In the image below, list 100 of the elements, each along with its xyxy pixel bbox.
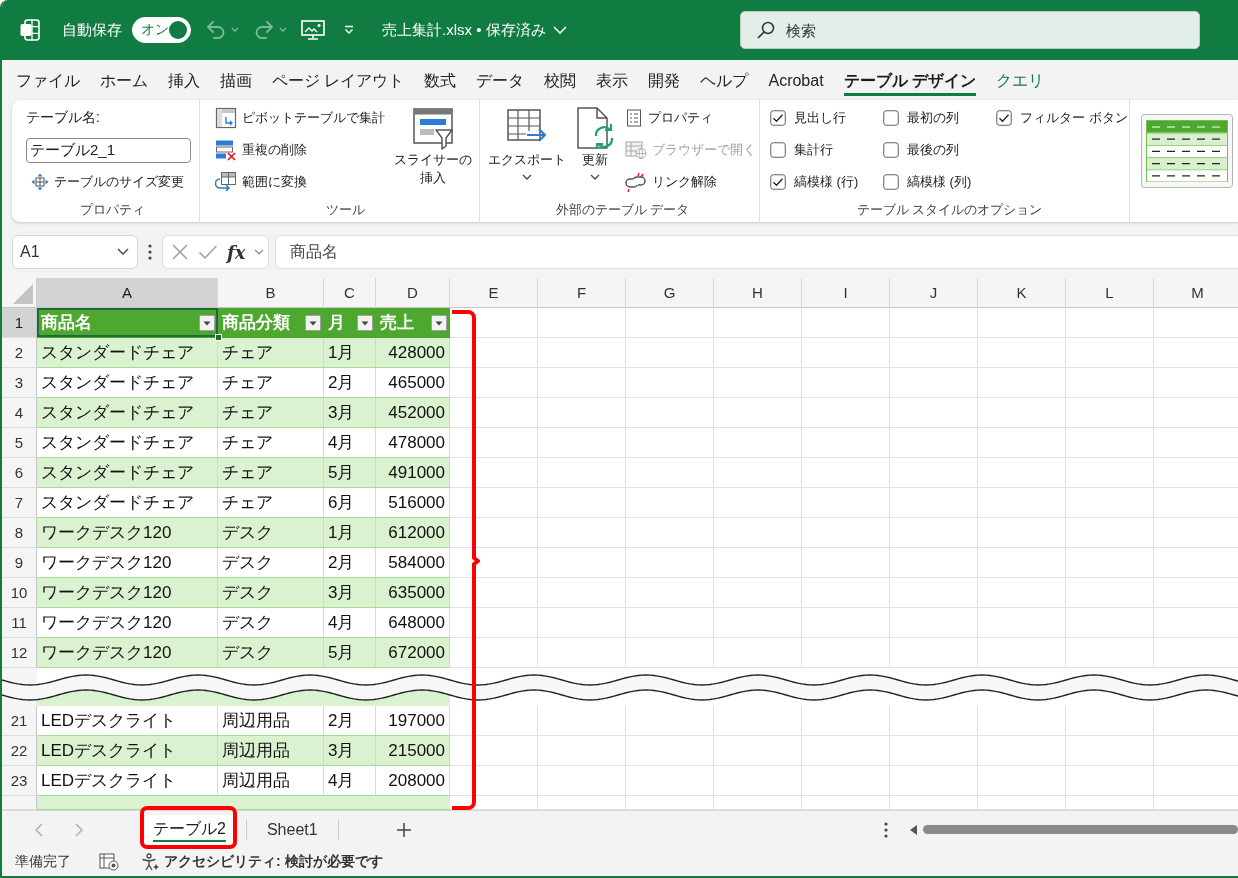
row-header[interactable]: 7 [2, 488, 37, 518]
column-header[interactable]: J [890, 278, 978, 308]
ribbon-tab[interactable]: 表示 [596, 64, 629, 96]
search-field[interactable]: 検索 [740, 11, 1200, 49]
row-header[interactable]: 21 [2, 706, 37, 736]
column-header[interactable]: L [1066, 278, 1154, 308]
table-cell: 周辺用品 [218, 706, 324, 735]
checkbox[interactable] [883, 174, 899, 190]
ribbon-tab[interactable]: 校閲 [544, 64, 577, 96]
column-header[interactable]: E [450, 278, 538, 308]
row-header[interactable]: 4 [2, 398, 37, 428]
checkbox[interactable] [883, 142, 899, 158]
formula-field[interactable]: 商品名 [275, 235, 1238, 269]
column-header[interactable]: F [538, 278, 626, 308]
column-header[interactable]: B [218, 278, 324, 308]
table-cell: 648000 [376, 608, 450, 637]
checkbox-label[interactable]: 最初の列 [907, 109, 959, 127]
table-style-preview[interactable] [1141, 114, 1233, 188]
filter-button[interactable] [305, 314, 321, 331]
ribbon-tab[interactable]: ファイル [16, 64, 80, 96]
row-header[interactable]: 8 [2, 518, 37, 548]
table-cell: 5月 [324, 638, 376, 667]
ribbon-large-button[interactable]: エクスポート [486, 102, 568, 198]
customize-dropdown-icon[interactable] [343, 25, 355, 35]
row-header[interactable]: 2 [2, 338, 37, 368]
chevron-down-icon[interactable] [117, 248, 129, 256]
ribbon-tab[interactable]: データ [476, 64, 525, 96]
ribbon-button[interactable]: ピボットテーブルで集計 [212, 105, 388, 131]
checkbox[interactable] [770, 142, 786, 158]
ribbon-button[interactable]: プロパティ [622, 105, 716, 131]
check-icon[interactable] [198, 244, 218, 260]
insert-function-button[interactable]: fx [227, 241, 246, 263]
sheet-record-icon[interactable] [99, 853, 119, 871]
ribbon-tab[interactable]: ページ レイアウト [272, 64, 405, 96]
ribbon-button[interactable]: テーブルのサイズ変更 [26, 169, 187, 195]
header-label: 商品分類 [222, 312, 290, 334]
checkbox[interactable] [770, 174, 786, 190]
ribbon-tab[interactable]: ヘルプ [700, 64, 749, 96]
table-name-field[interactable]: テーブル2_1 [26, 137, 191, 163]
checkbox-label[interactable]: 見出し行 [794, 109, 846, 127]
ribbon-button[interactable]: 重複の削除 [212, 137, 310, 163]
spreadsheet-logo-icon[interactable] [20, 19, 40, 41]
row-header[interactable]: 9 [2, 548, 37, 578]
checkbox-label[interactable]: 縞模様 (行) [794, 173, 859, 191]
table-cell: 6月 [324, 488, 376, 517]
filter-button[interactable] [357, 314, 373, 331]
autosave-toggle[interactable]: オン [132, 17, 191, 43]
row-header[interactable]: 22 [2, 736, 37, 766]
table-convert-icon [215, 171, 237, 193]
more-icon[interactable] [884, 821, 888, 838]
ribbon-button[interactable]: リンク解除 [622, 169, 720, 195]
row-header[interactable]: 6 [2, 458, 37, 488]
ribbon-large-button[interactable]: 更新 [570, 102, 620, 198]
checkbox-label[interactable]: フィルター ボタン [1020, 109, 1128, 127]
column-header[interactable]: I [802, 278, 890, 308]
column-header[interactable]: D [376, 278, 450, 308]
ribbon-tab[interactable]: 数式 [424, 64, 457, 96]
scrollbar-thumb[interactable] [923, 825, 1238, 834]
ribbon-large-button[interactable]: スライサーの挿入 [391, 102, 475, 198]
name-box[interactable]: A1 [12, 235, 138, 269]
sheet-tab[interactable]: テーブル2 [145, 814, 234, 845]
row-header[interactable]: 1 [2, 308, 37, 338]
ribbon-tab[interactable]: テーブル デザイン [843, 64, 977, 96]
checkbox[interactable] [883, 110, 899, 126]
ribbon-tab[interactable]: Acrobat [768, 64, 824, 96]
checkbox[interactable] [996, 110, 1012, 126]
filter-button[interactable] [199, 314, 215, 331]
fill-handle[interactable] [215, 334, 222, 341]
row-header[interactable]: 3 [2, 368, 37, 398]
accessibility-icon[interactable] [141, 853, 159, 871]
more-icon[interactable] [148, 244, 152, 260]
cancel-icon[interactable] [171, 243, 189, 261]
column-header[interactable]: G [626, 278, 714, 308]
checkbox[interactable] [770, 110, 786, 126]
ribbon-tab[interactable]: 開発 [648, 64, 681, 96]
ribbon-tab[interactable]: 挿入 [168, 64, 200, 96]
column-header[interactable]: M [1154, 278, 1238, 308]
document-title[interactable]: 売上集計.xlsx • 保存済み [382, 20, 567, 40]
ribbon-tab[interactable]: ホーム [100, 64, 148, 96]
picture-monitor-icon[interactable] [301, 20, 325, 40]
row-header[interactable]: 12 [2, 638, 37, 668]
row-header[interactable]: 23 [2, 766, 37, 796]
checkbox-label[interactable]: 最後の列 [907, 141, 959, 159]
accessibility-status[interactable]: アクセシビリティ: 検討が必要です [164, 853, 383, 871]
row-header[interactable]: 5 [2, 428, 37, 458]
column-header[interactable]: C [324, 278, 376, 308]
sheet-tab[interactable]: Sheet1 [258, 814, 326, 845]
ribbon-tab[interactable]: クエリ [996, 64, 1045, 96]
row-header[interactable]: 11 [2, 608, 37, 638]
column-header[interactable]: K [978, 278, 1066, 308]
column-header[interactable]: A [37, 278, 218, 308]
scroll-left-icon[interactable] [910, 824, 917, 835]
row-header[interactable]: 10 [2, 578, 37, 608]
checkbox-label[interactable]: 縞模様 (列) [907, 173, 972, 191]
ribbon-button[interactable]: 範囲に変換 [212, 169, 310, 195]
ribbon-tab[interactable]: 描画 [220, 64, 252, 96]
filter-button[interactable] [431, 314, 447, 331]
column-header[interactable]: H [714, 278, 802, 308]
plus-icon[interactable] [395, 821, 412, 838]
checkbox-label[interactable]: 集計行 [794, 141, 833, 159]
